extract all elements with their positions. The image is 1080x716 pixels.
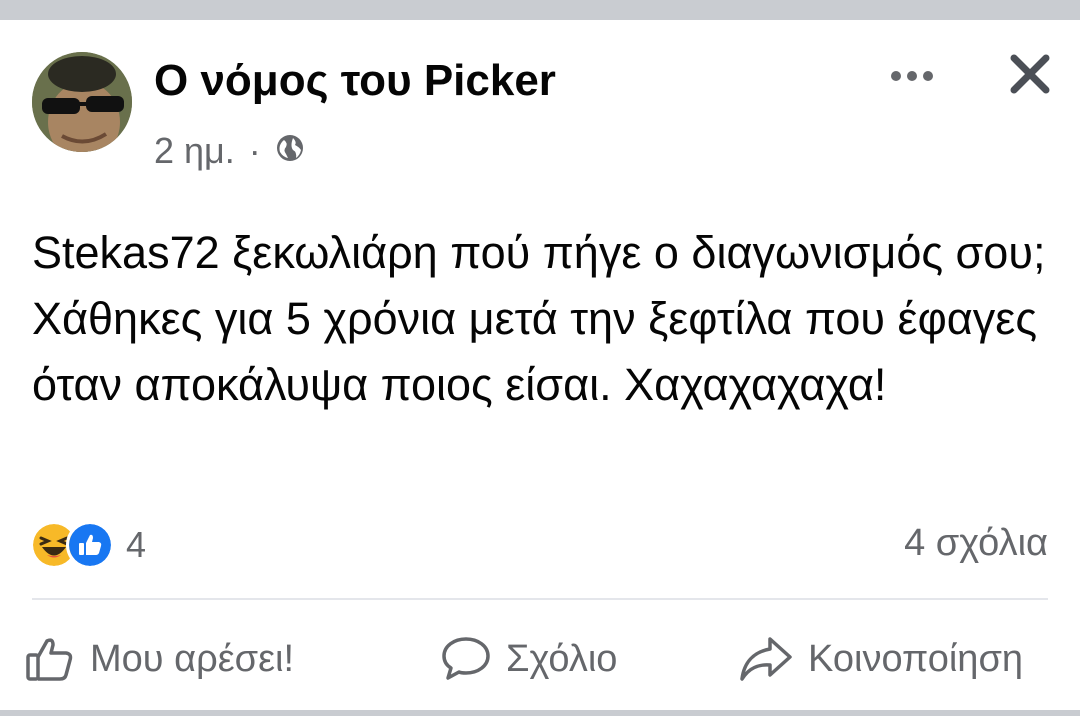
share-button[interactable]: Κοινοποίηση bbox=[738, 624, 1023, 694]
post-text: Stekas72 ξεκωλιάρη πού πήγε ο διαγωνισμό… bbox=[32, 227, 1046, 410]
reactions-summary[interactable]: 4 bbox=[30, 521, 147, 569]
like-icon bbox=[66, 521, 114, 569]
close-button[interactable] bbox=[1002, 46, 1058, 102]
like-button[interactable]: Μου αρέσει! bbox=[24, 624, 294, 694]
avatar-image bbox=[32, 52, 132, 152]
post-card: Ο νόμος του Picker 2 ημ. · Stekas72 ξεκω… bbox=[0, 20, 1080, 710]
reaction-count: 4 bbox=[126, 524, 147, 565]
comments-count[interactable]: 4 σχόλια bbox=[904, 522, 1048, 565]
close-icon bbox=[1010, 54, 1050, 94]
share-icon bbox=[740, 637, 792, 681]
divider bbox=[32, 598, 1048, 600]
comment-label: Σχόλιο bbox=[506, 637, 618, 680]
post-meta: 2 ημ. · bbox=[154, 130, 305, 172]
comment-icon bbox=[442, 637, 490, 680]
meta-separator: · bbox=[248, 130, 261, 171]
author-name[interactable]: Ο νόμος του Picker bbox=[154, 56, 556, 106]
share-label: Κοινοποίηση bbox=[808, 637, 1024, 680]
globe-icon bbox=[275, 130, 305, 172]
thumbs-up-icon bbox=[26, 638, 73, 681]
post-timestamp[interactable]: 2 ημ. bbox=[154, 130, 235, 172]
more-horizontal-icon bbox=[891, 71, 933, 81]
comment-button[interactable]: Σχόλιο bbox=[440, 624, 617, 694]
like-label: Μου αρέσει! bbox=[90, 637, 295, 680]
avatar[interactable] bbox=[32, 52, 132, 152]
more-options-button[interactable] bbox=[884, 54, 940, 98]
